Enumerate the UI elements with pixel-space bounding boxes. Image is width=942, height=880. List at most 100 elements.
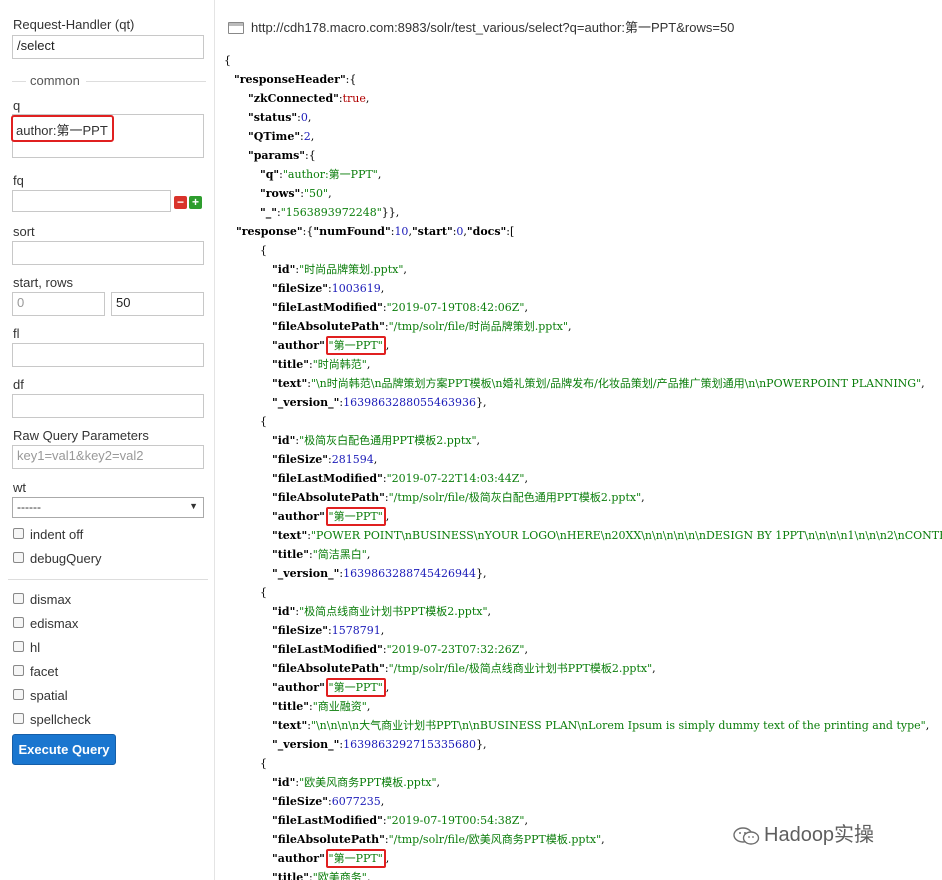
facet-label: facet bbox=[30, 664, 59, 679]
json-line: "params":{ bbox=[248, 149, 316, 162]
json-line: "title":"商业融资", bbox=[272, 700, 371, 713]
wt-select[interactable]: ------ ▼ bbox=[12, 497, 204, 518]
json-line: { bbox=[224, 54, 231, 67]
json-line: "q":"author:第一PPT", bbox=[260, 168, 382, 181]
start-input[interactable]: 0 bbox=[12, 292, 105, 316]
fq-input[interactable] bbox=[12, 190, 171, 212]
json-line: "QTime":2, bbox=[248, 130, 315, 143]
json-line: "fileLastModified":"2019-07-19T00:54:38Z… bbox=[272, 814, 528, 827]
json-line: "id":"欧美风商务PPT模板.pptx", bbox=[272, 776, 441, 789]
doc-open: { bbox=[260, 586, 267, 599]
fieldset-border-right bbox=[86, 81, 206, 82]
json-line: "_version_":1639863288055463936}, bbox=[272, 396, 487, 409]
dismax-label: dismax bbox=[30, 592, 72, 607]
request-handler-input[interactable]: /select bbox=[12, 35, 204, 59]
json-line: "title":"时尚韩范", bbox=[272, 358, 371, 371]
execute-query-button[interactable]: Execute Query bbox=[12, 734, 116, 765]
sort-input[interactable] bbox=[12, 241, 204, 265]
fq-label: fq bbox=[13, 173, 24, 188]
debug-query-label: debugQuery bbox=[30, 551, 102, 566]
df-input[interactable] bbox=[12, 394, 204, 418]
df-label: df bbox=[13, 377, 24, 392]
rows-input[interactable]: 50 bbox=[111, 292, 204, 316]
wechat-icon bbox=[733, 827, 760, 845]
chevron-down-icon: ▼ bbox=[189, 501, 198, 511]
json-line: "fileSize":281594, bbox=[272, 453, 378, 466]
json-line: "id":"极简点线商业计划书PPT模板2.pptx", bbox=[272, 605, 492, 618]
dismax-checkbox[interactable] bbox=[13, 593, 24, 604]
indent-checkbox[interactable] bbox=[13, 528, 24, 539]
author-line: "author":"第一PPT", bbox=[272, 678, 389, 697]
author-highlight: "第一PPT" bbox=[325, 507, 386, 526]
sort-label: sort bbox=[13, 224, 35, 239]
watermark-text: Hadoop实操 bbox=[764, 824, 875, 846]
json-line: "text":"\n\n\n\n大气商业计划书PPT\n\nBUSINESS P… bbox=[272, 719, 930, 732]
start-rows-label: start, rows bbox=[13, 275, 73, 290]
doc-open: { bbox=[260, 757, 267, 770]
edismax-label: edismax bbox=[30, 616, 79, 631]
remove-fq-button[interactable]: − bbox=[174, 196, 187, 209]
json-line: "zkConnected":true, bbox=[248, 92, 370, 105]
q-label: q bbox=[13, 98, 21, 113]
json-line: "fileAbsolutePath":"/tmp/solr/file/时尚品牌策… bbox=[272, 320, 572, 333]
json-line: "fileSize":6077235, bbox=[272, 795, 385, 808]
json-line: "fileLastModified":"2019-07-23T07:32:26Z… bbox=[272, 643, 528, 656]
json-line: "fileSize":1003619, bbox=[272, 282, 385, 295]
watermark: Hadoop实操 bbox=[732, 818, 874, 847]
json-line: "_":"1563893972248"}}, bbox=[260, 206, 400, 219]
fl-input[interactable] bbox=[12, 343, 204, 367]
author-line: "author":"第一PPT", bbox=[272, 849, 389, 868]
facet-checkbox[interactable] bbox=[13, 665, 24, 676]
json-line: "rows":"50", bbox=[260, 187, 332, 200]
query-form-panel: Request-Handler (qt) /select common q au… bbox=[0, 0, 215, 880]
debug-query-checkbox[interactable] bbox=[13, 552, 24, 563]
edismax-checkbox[interactable] bbox=[13, 617, 24, 628]
json-line: "fileAbsolutePath":"/tmp/solr/file/极简点线商… bbox=[272, 662, 656, 675]
response-json: {"responseHeader":{"zkConnected":true, "s… bbox=[224, 52, 942, 880]
json-line: "fileLastModified":"2019-07-22T14:03:44Z… bbox=[272, 472, 528, 485]
json-line: "title":"欧美商务", bbox=[272, 871, 371, 880]
author-highlight: "第一PPT" bbox=[325, 678, 386, 697]
hl-label: hl bbox=[30, 640, 41, 655]
json-line: "text":"POWER POINT\nBUSINESS\nYOUR LOGO… bbox=[272, 529, 942, 542]
json-line: "responseHeader":{ bbox=[234, 73, 357, 86]
json-line: "_version_":1639863292715335680}, bbox=[272, 738, 487, 751]
doc-open: { bbox=[260, 244, 267, 257]
fl-label: fl bbox=[13, 326, 20, 341]
divider bbox=[8, 579, 208, 580]
spellcheck-checkbox[interactable] bbox=[13, 713, 24, 724]
wt-selected-value: ------ bbox=[17, 500, 41, 514]
json-line: "fileAbsolutePath":"/tmp/solr/file/欧美风商务… bbox=[272, 833, 605, 846]
q-highlight-box bbox=[11, 115, 114, 142]
spatial-checkbox[interactable] bbox=[13, 689, 24, 700]
json-line: "fileAbsolutePath":"/tmp/solr/file/极简灰白配… bbox=[272, 491, 645, 504]
wt-label: wt bbox=[13, 480, 26, 495]
request-handler-label: Request-Handler (qt) bbox=[13, 17, 135, 32]
fieldset-border-left bbox=[12, 81, 26, 82]
json-line: "status":0, bbox=[248, 111, 312, 124]
json-line: "text":"\n时尚韩范\n品牌策划方案PPT模板\n婚礼策划/品牌发布/化… bbox=[272, 377, 925, 390]
common-legend: common bbox=[28, 73, 82, 88]
author-highlight: "第一PPT" bbox=[325, 336, 386, 355]
json-line: "id":"极简灰白配色通用PPT模板2.pptx", bbox=[272, 434, 481, 447]
json-line: "id":"时尚品牌策划.pptx", bbox=[272, 263, 407, 276]
author-line: "author":"第一PPT", bbox=[272, 507, 389, 526]
raw-query-input[interactable]: key1=val1&key2=val2 bbox=[12, 445, 204, 469]
raw-query-label: Raw Query Parameters bbox=[13, 428, 149, 443]
json-line: "fileLastModified":"2019-07-19T08:42:06Z… bbox=[272, 301, 528, 314]
json-line: "response":{"numFound":10,"start":0,"doc… bbox=[236, 225, 515, 238]
spellcheck-label: spellcheck bbox=[30, 712, 91, 727]
author-line: "author":"第一PPT", bbox=[272, 336, 389, 355]
request-url[interactable]: http://cdh178.macro.com:8983/solr/test_v… bbox=[228, 17, 734, 36]
json-line: "_version_":1639863288745426944}, bbox=[272, 567, 487, 580]
indent-label: indent off bbox=[30, 527, 84, 542]
add-fq-button[interactable]: + bbox=[189, 196, 202, 209]
json-line: "fileSize":1578791, bbox=[272, 624, 385, 637]
url-link-icon bbox=[228, 21, 244, 34]
request-url-text: http://cdh178.macro.com:8983/solr/test_v… bbox=[251, 20, 735, 35]
doc-open: { bbox=[260, 415, 267, 428]
hl-checkbox[interactable] bbox=[13, 641, 24, 652]
spatial-label: spatial bbox=[30, 688, 68, 703]
json-line: "title":"简洁黑白", bbox=[272, 548, 371, 561]
author-highlight: "第一PPT" bbox=[325, 849, 386, 868]
